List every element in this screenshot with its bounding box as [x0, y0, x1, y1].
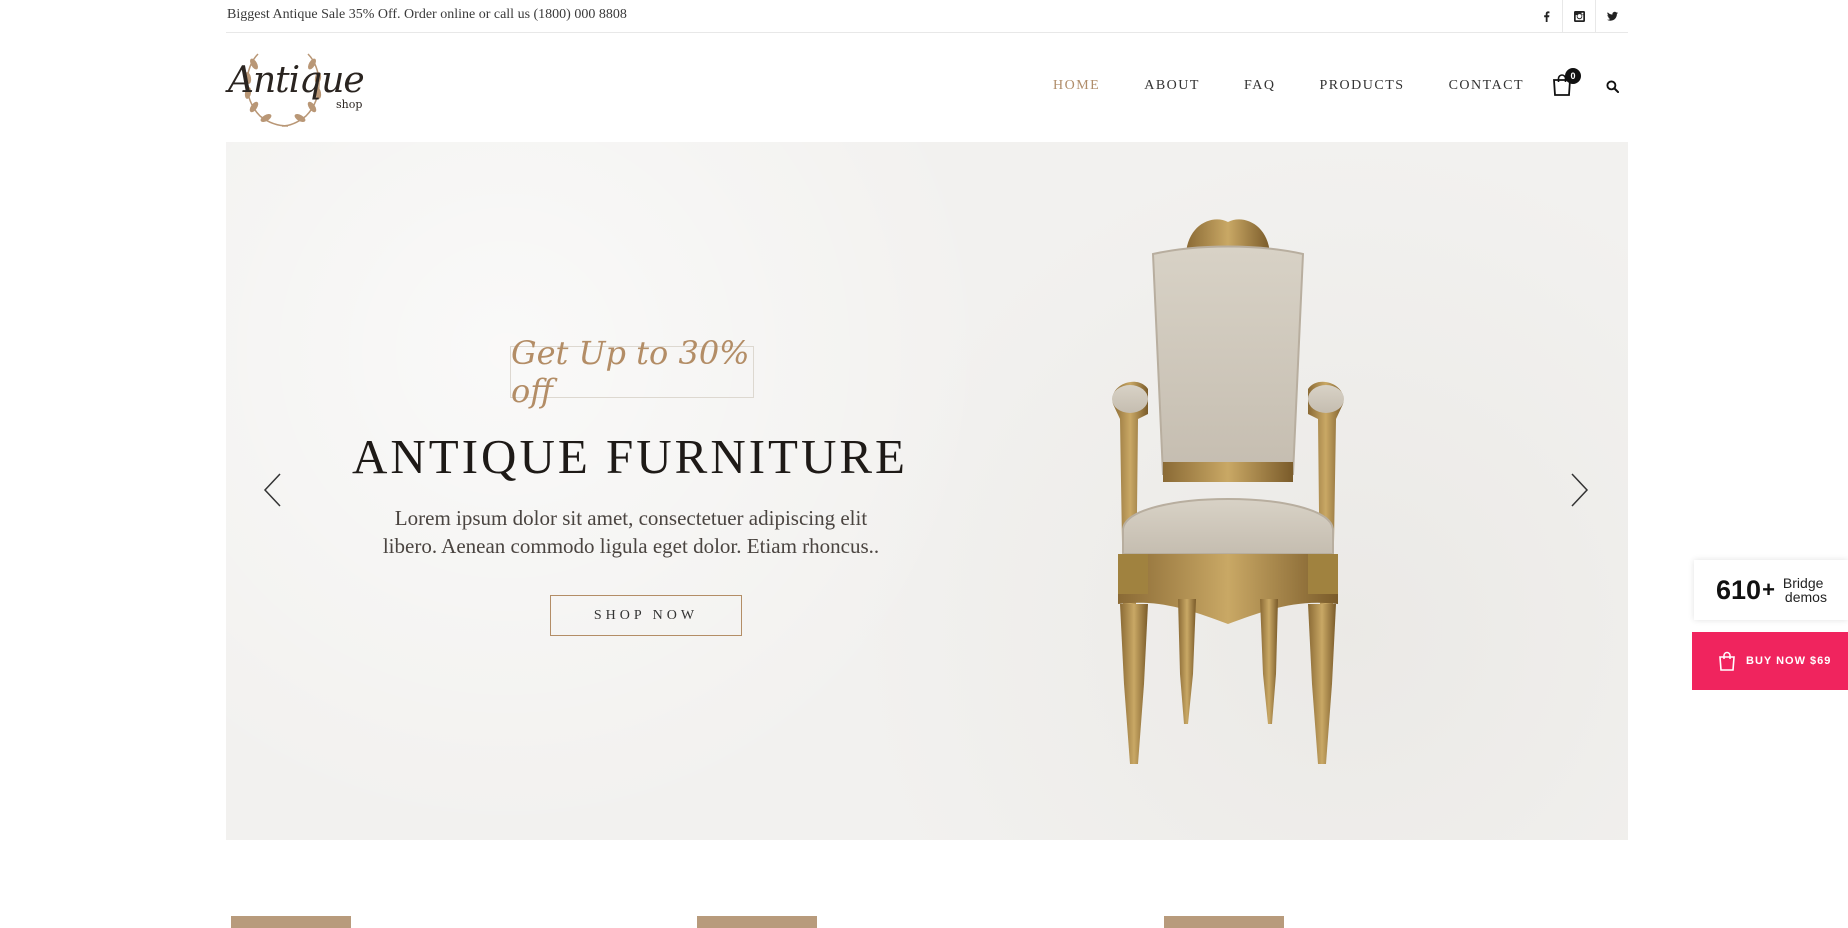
shopping-bag-icon	[1719, 651, 1735, 671]
chevron-right-icon	[1571, 473, 1589, 507]
demos-count: 610	[1716, 574, 1762, 605]
product-card-top-2	[697, 916, 817, 928]
twitter-icon	[1606, 11, 1618, 21]
nav-item-faq[interactable]: FAQ	[1244, 78, 1275, 94]
instagram-icon	[1573, 10, 1585, 22]
shop-now-button[interactable]: SHOP NOW	[550, 595, 742, 636]
promo-text: Biggest Antique Sale 35% Off. Order onli…	[227, 7, 627, 22]
hero-slider: Get Up to 30% off ANTIQUE FURNITURE Lore…	[226, 142, 1628, 840]
nav-item-contact[interactable]: CONTACT	[1449, 78, 1525, 94]
facebook-icon	[1543, 10, 1549, 22]
demos-plus: +	[1762, 577, 1775, 602]
hero-description: Lorem ipsum dolor sit amet, consectetuer…	[382, 506, 880, 558]
buy-now-label: BUY NOW $69	[1746, 655, 1832, 667]
main-nav: HOME ABOUT FAQ PRODUCTS CONTACT	[1053, 78, 1568, 94]
site-logo[interactable]: Antique shop	[226, 46, 376, 130]
cart-count-badge: 0	[1565, 68, 1581, 84]
cart-button[interactable]: 0	[1552, 68, 1581, 98]
product-card-top-1	[231, 916, 351, 928]
search-button[interactable]	[1606, 80, 1620, 94]
slider-prev-button[interactable]	[262, 472, 282, 508]
hero-title: ANTIQUE FURNITURE	[352, 429, 908, 484]
demos-label: Bridge demos	[1783, 576, 1827, 604]
slider-next-button[interactable]	[1570, 472, 1590, 508]
antique-chair-image	[1112, 219, 1344, 764]
nav-item-home[interactable]: HOME	[1053, 78, 1100, 94]
chevron-left-icon	[263, 473, 281, 507]
buy-now-button[interactable]: BUY NOW $69	[1692, 632, 1848, 690]
search-icon	[1606, 80, 1620, 94]
discount-tag: Get Up to 30% off	[510, 334, 754, 410]
product-card-top-3	[1164, 916, 1284, 928]
logo-wordmark: Antique	[228, 60, 365, 101]
social-links	[1530, 0, 1628, 32]
nav-item-about[interactable]: ABOUT	[1144, 78, 1200, 94]
top-bar: Biggest Antique Sale 35% Off. Order onli…	[226, 0, 1628, 33]
logo-subtext: shop	[336, 98, 363, 111]
demos-widget[interactable]: 610 + Bridge demos	[1694, 560, 1848, 620]
twitter-link[interactable]	[1595, 0, 1628, 32]
instagram-link[interactable]	[1562, 0, 1595, 32]
demos-label-line-2: demos	[1784, 589, 1827, 605]
nav-item-products[interactable]: PRODUCTS	[1319, 78, 1404, 94]
facebook-link[interactable]	[1530, 0, 1562, 32]
